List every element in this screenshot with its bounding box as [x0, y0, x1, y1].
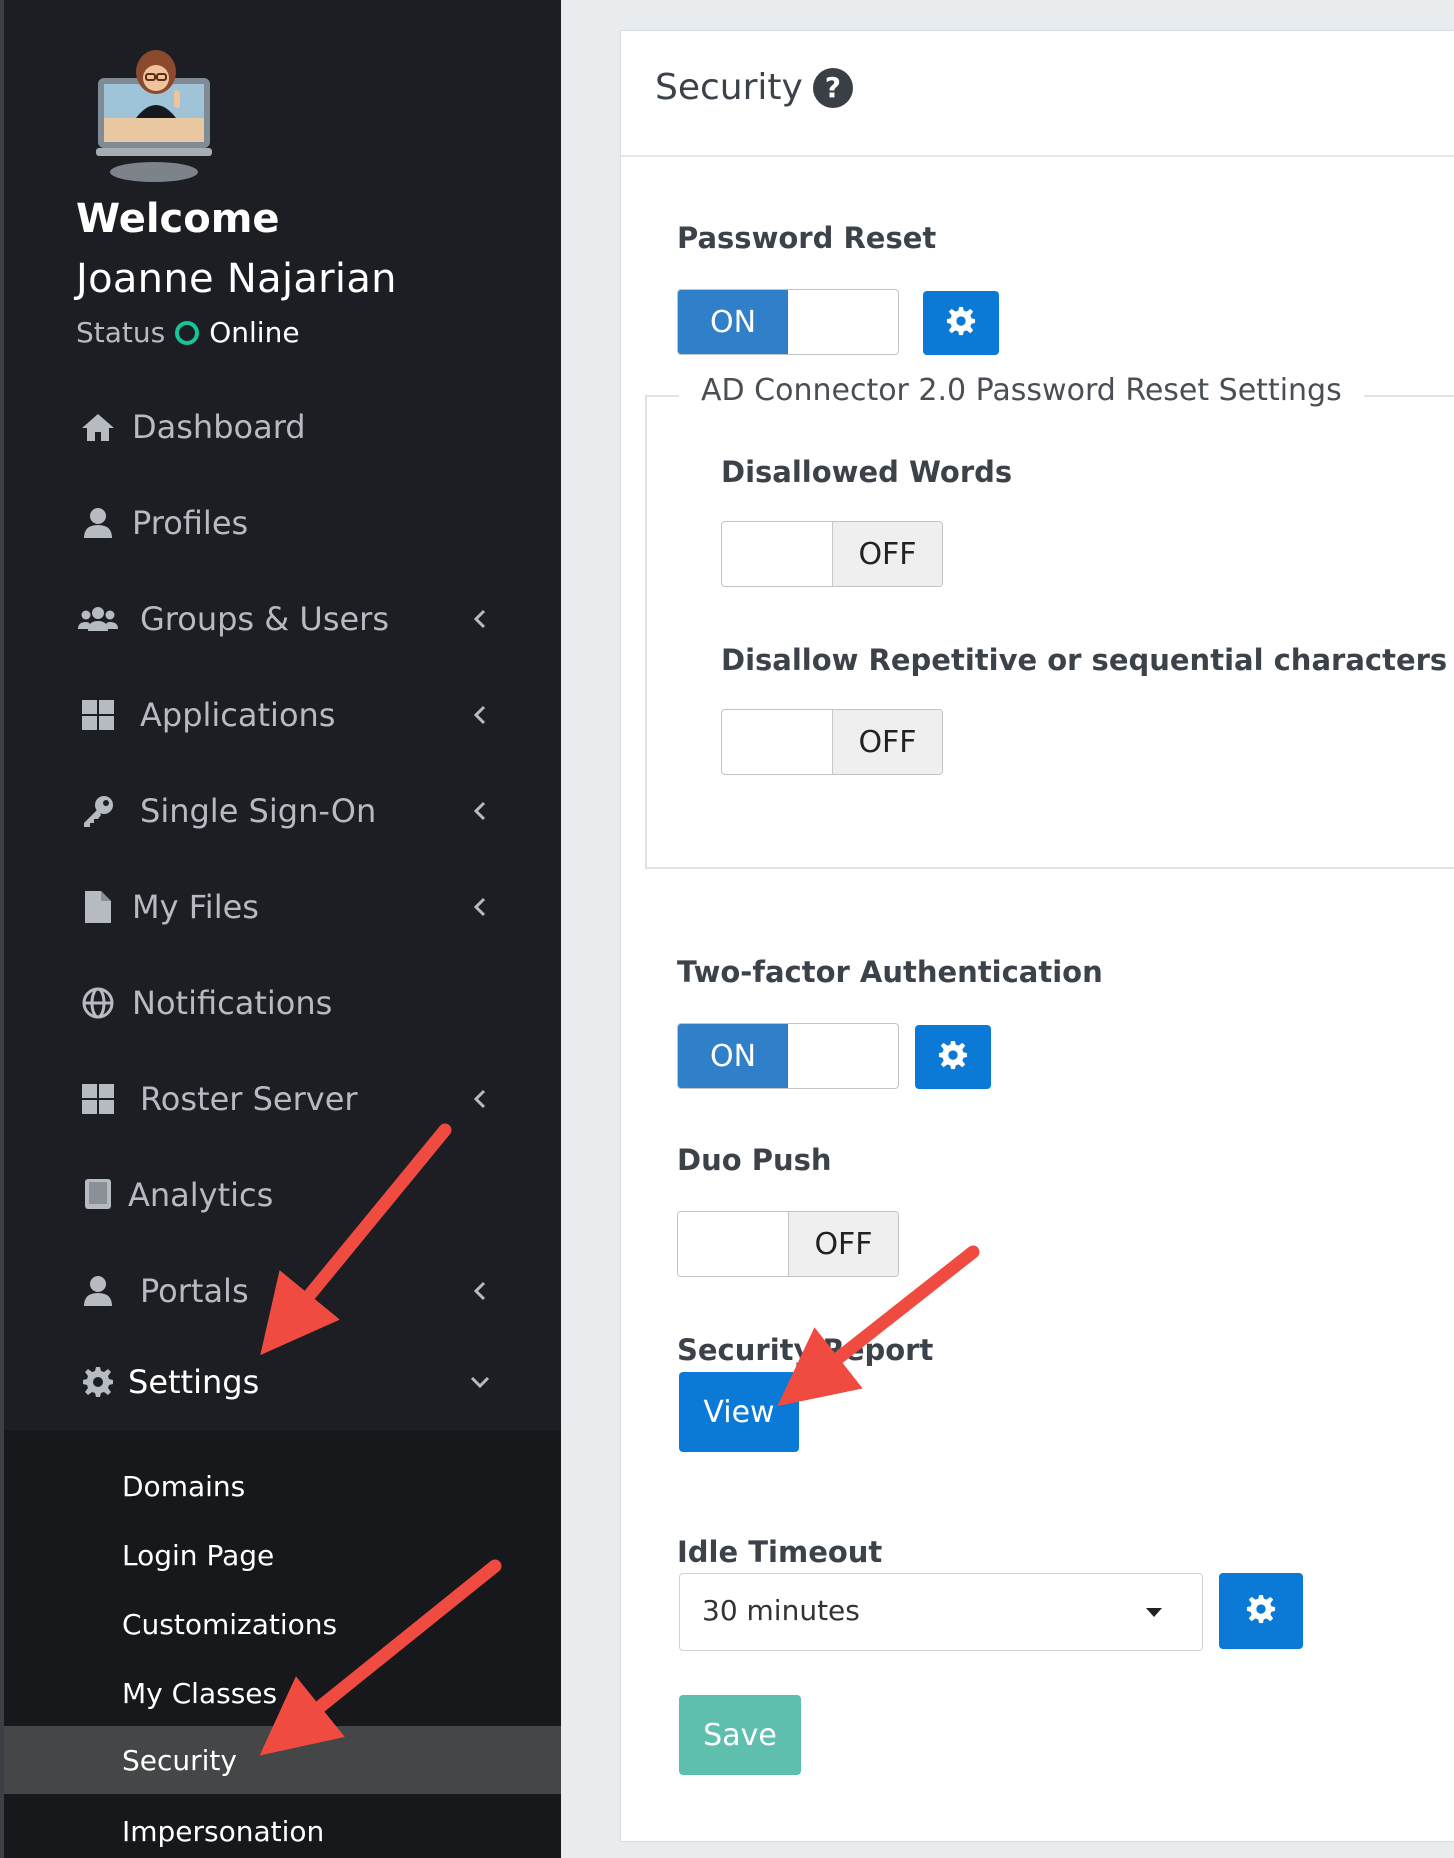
help-icon[interactable]: ?: [812, 67, 853, 108]
panel-header: Security ?: [621, 31, 1454, 157]
submenu-item-label: Impersonation: [122, 1814, 325, 1848]
chevron-left-icon: [470, 1281, 490, 1301]
home-icon: [78, 407, 118, 447]
sidebar-item-settings[interactable]: Settings: [4, 1334, 561, 1430]
idle-timeout-settings-button[interactable]: [1219, 1573, 1303, 1649]
sidebar-item-label: My Files: [132, 888, 259, 926]
sidebar-item-profiles[interactable]: Profiles: [4, 475, 561, 571]
submenu-item-label: Security: [122, 1743, 237, 1777]
caret-down-icon: [1146, 1608, 1162, 1617]
disallowed-words-toggle[interactable]: OFF: [721, 521, 943, 587]
user-icon: [78, 1271, 118, 1311]
security-report-label: Security Report: [677, 1333, 934, 1367]
chevron-left-icon: [470, 609, 490, 629]
sidebar-item-label: Applications: [140, 696, 336, 734]
sidebar-item-my-files[interactable]: My Files: [4, 859, 561, 955]
chevron-left-icon: [470, 897, 490, 917]
toggle-state: OFF: [788, 1212, 898, 1276]
submenu-item-domains[interactable]: Domains: [4, 1455, 561, 1517]
ad-connector-fieldset: AD Connector 2.0 Password Reset Settings…: [645, 373, 1454, 869]
toggle-state: OFF: [832, 710, 942, 774]
user-name: Joanne Najarian: [76, 256, 397, 302]
idle-timeout-value: 30 minutes: [702, 1594, 860, 1627]
sidebar-item-label: Groups & Users: [140, 600, 389, 638]
duo-push-label: Duo Push: [677, 1143, 832, 1177]
status-row: Status Online: [76, 316, 300, 349]
sidebar-item-dashboard[interactable]: Dashboard: [4, 379, 561, 475]
duo-push-toggle[interactable]: OFF: [677, 1211, 899, 1277]
ad-connector-legend: AD Connector 2.0 Password Reset Settings: [679, 373, 1364, 408]
sidebar-item-label: Dashboard: [132, 408, 306, 446]
grid-icon: [78, 1079, 118, 1119]
sidebar-item-applications[interactable]: Applications: [4, 667, 561, 763]
sidebar-item-analytics[interactable]: Analytics: [4, 1147, 561, 1243]
sidebar-item-label: Portals: [140, 1272, 249, 1310]
submenu-item-label: Domains: [122, 1469, 246, 1503]
submenu-item-label: My Classes: [122, 1676, 278, 1710]
status-label: Status: [76, 316, 166, 349]
avatar: [96, 50, 212, 182]
grid-icon: [78, 695, 118, 735]
sidebar-item-label: Roster Server: [140, 1080, 358, 1118]
submenu-item-label: Login Page: [122, 1538, 275, 1572]
file-icon: [78, 887, 118, 927]
page-title-text: Security: [655, 67, 803, 108]
sidebar-item-notifications[interactable]: Notifications: [4, 955, 561, 1051]
toggle-state: ON: [678, 290, 788, 354]
gear-icon: [938, 1040, 968, 1074]
sidebar-item-portals[interactable]: Portals: [4, 1243, 561, 1339]
submenu-item-login-page[interactable]: Login Page: [4, 1524, 561, 1586]
users-icon: [78, 599, 118, 639]
globe-icon: [78, 983, 118, 1023]
security-panel: Security ? Password Reset ON AD Connecto…: [620, 30, 1454, 1842]
sidebar-item-label: Settings: [128, 1363, 260, 1401]
key-icon: [78, 791, 118, 831]
disallow-repetitive-label: Disallow Repetitive or sequential charac…: [721, 643, 1448, 677]
toggle-state: OFF: [832, 522, 942, 586]
page-title: Security ?: [655, 67, 853, 108]
chevron-left-icon: [470, 705, 490, 725]
toggle-state: ON: [678, 1024, 788, 1088]
two-factor-label: Two-factor Authentication: [677, 955, 1103, 989]
chevron-down-icon: [470, 1372, 490, 1392]
gear-icon: [946, 306, 976, 340]
password-reset-settings-button[interactable]: [923, 291, 999, 355]
gear-icon: [1246, 1594, 1276, 1628]
submenu-item-customizations[interactable]: Customizations: [4, 1593, 561, 1655]
settings-submenu: Domains Login Page Customizations My Cla…: [4, 1430, 561, 1858]
welcome-text: Welcome: [76, 196, 280, 242]
idle-timeout-label: Idle Timeout: [677, 1535, 883, 1569]
sidebar-item-single-sign-on[interactable]: Single Sign-On: [4, 763, 561, 859]
view-security-report-button[interactable]: View: [679, 1372, 799, 1452]
submenu-item-my-classes[interactable]: My Classes: [4, 1662, 561, 1724]
status-value: Online: [209, 316, 300, 349]
sidebar-item-roster-server[interactable]: Roster Server: [4, 1051, 561, 1147]
status-online-icon: [175, 320, 200, 345]
password-reset-label: Password Reset: [677, 221, 937, 255]
book-icon: [78, 1175, 118, 1215]
sidebar-item-label: Analytics: [128, 1176, 274, 1214]
save-button[interactable]: Save: [679, 1695, 801, 1775]
sidebar-item-label: Notifications: [132, 984, 333, 1022]
sidebar-item-label: Profiles: [132, 504, 249, 542]
sidebar: Welcome Joanne Najarian Status Online Da…: [0, 0, 561, 1858]
two-factor-toggle[interactable]: ON: [677, 1023, 899, 1089]
chevron-left-icon: [470, 1089, 490, 1109]
idle-timeout-select[interactable]: 30 minutes: [679, 1573, 1203, 1651]
disallowed-words-label: Disallowed Words: [721, 455, 1013, 489]
chevron-left-icon: [470, 801, 490, 821]
two-factor-settings-button[interactable]: [915, 1025, 991, 1089]
gear-icon: [78, 1362, 118, 1402]
sidebar-item-groups-users[interactable]: Groups & Users: [4, 571, 561, 667]
submenu-item-security[interactable]: Security: [4, 1726, 561, 1794]
sidebar-item-label: Single Sign-On: [140, 792, 377, 830]
submenu-item-impersonation[interactable]: Impersonation: [4, 1800, 561, 1858]
password-reset-toggle[interactable]: ON: [677, 289, 899, 355]
disallow-repetitive-toggle[interactable]: OFF: [721, 709, 943, 775]
submenu-item-label: Customizations: [122, 1607, 338, 1641]
user-icon: [78, 503, 118, 543]
